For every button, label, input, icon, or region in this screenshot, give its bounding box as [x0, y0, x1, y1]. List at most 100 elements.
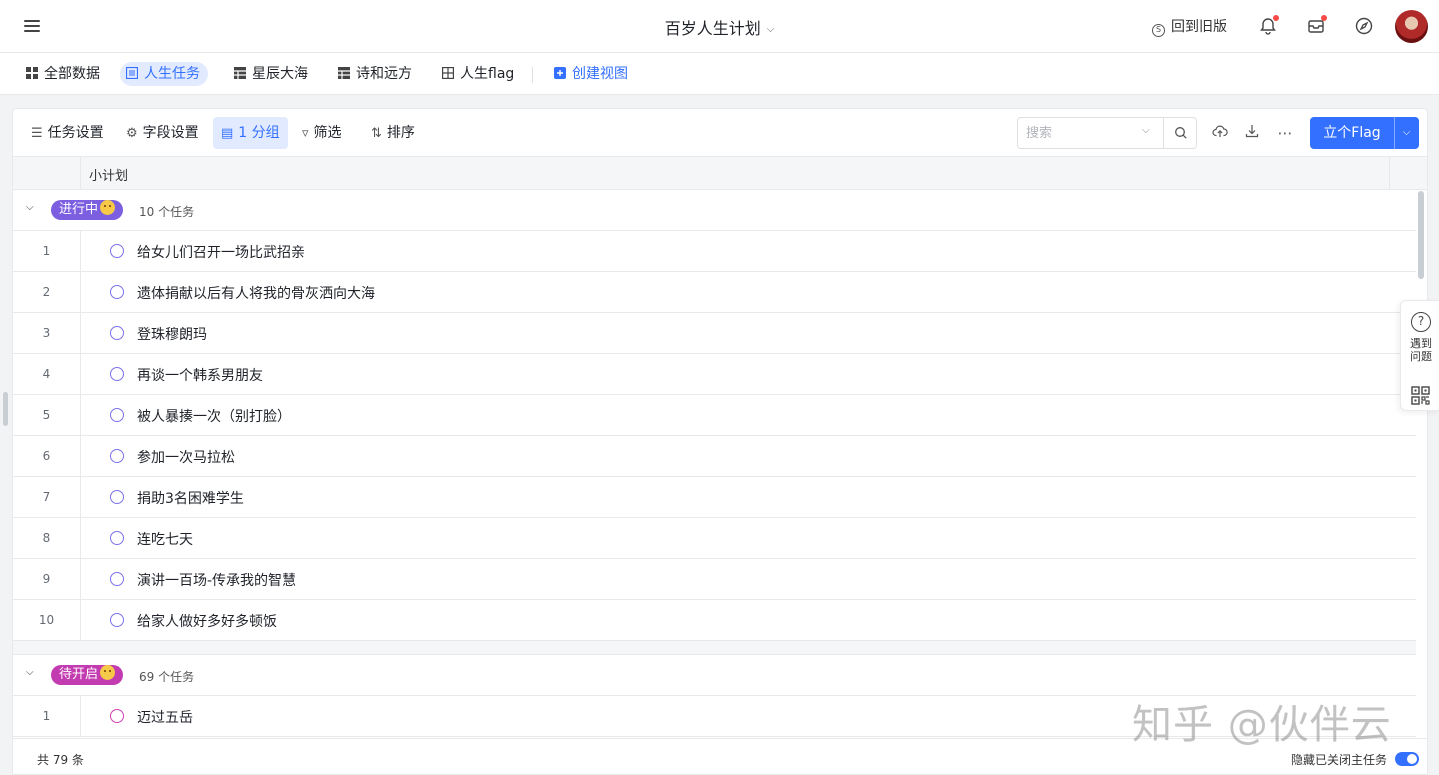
- emoji-icon: [100, 200, 116, 215]
- task-checkbox[interactable]: [110, 326, 124, 340]
- search-box: ⌵: [1017, 117, 1197, 149]
- help-label[interactable]: 遇到问题: [1408, 337, 1434, 363]
- help-panel: ? 遇到问题: [1400, 300, 1439, 411]
- task-name[interactable]: 登珠穆朗玛: [137, 324, 207, 344]
- task-name[interactable]: 再谈一个韩系男朋友: [137, 365, 263, 385]
- task-checkbox[interactable]: [110, 572, 124, 586]
- compass-icon[interactable]: [1354, 16, 1374, 36]
- task-checkbox[interactable]: [110, 709, 124, 723]
- qr-code-icon[interactable]: [1411, 386, 1430, 405]
- chevron-down-icon[interactable]: ⌵: [767, 24, 775, 35]
- field-settings-button[interactable]: ⚙ 字段设置: [118, 117, 207, 149]
- sidebar-resize-handle[interactable]: [3, 392, 8, 426]
- view-tab-life-tasks[interactable]: 人生任务: [120, 62, 208, 86]
- task-checkbox[interactable]: [110, 408, 124, 422]
- avatar[interactable]: [1395, 10, 1428, 43]
- total-count: 共 79 条: [37, 753, 84, 767]
- task-checkbox[interactable]: [110, 531, 124, 545]
- inbox-icon[interactable]: [1306, 15, 1327, 36]
- project-title[interactable]: 百岁人生计划: [665, 19, 761, 38]
- table-row[interactable]: 1 给女儿们召开一场比武招亲: [13, 231, 1416, 272]
- task-name[interactable]: 给家人做好多好多顿饭: [137, 611, 277, 631]
- vertical-scrollbar[interactable]: [1418, 191, 1424, 279]
- filter-button[interactable]: ▿ 筛选: [294, 117, 350, 149]
- table-row[interactable]: 7 捐助3名困难学生: [13, 477, 1416, 518]
- task-name[interactable]: 连吃七天: [137, 529, 193, 549]
- table-row[interactable]: 3 登珠穆朗玛: [13, 313, 1416, 354]
- task-count: 69 个任务: [139, 670, 195, 684]
- chevron-down-icon[interactable]: ⌵: [1142, 125, 1150, 136]
- view-tabs-bar: 全部数据 人生任务 星辰大海 诗和远方 人生flag 创建视图: [0, 53, 1439, 95]
- question-icon[interactable]: ?: [1411, 312, 1431, 332]
- group-header-pending[interactable]: ⌵ 待开启 69 个任务: [13, 655, 1416, 696]
- more-icon[interactable]: ⋯: [1275, 123, 1295, 143]
- view-tab-all-data[interactable]: 全部数据: [20, 62, 108, 86]
- task-name[interactable]: 给女儿们召开一场比武招亲: [137, 242, 305, 262]
- view-tab-life-flag[interactable]: 人生flag: [436, 62, 522, 86]
- table-icon: [338, 63, 350, 79]
- status-badge: 进行中: [51, 200, 124, 220]
- table-row[interactable]: 6 参加一次马拉松: [13, 436, 1416, 477]
- download-icon[interactable]: [1242, 123, 1262, 143]
- task-name[interactable]: 参加一次马拉松: [137, 447, 235, 467]
- create-view-button[interactable]: 创建视图: [548, 62, 636, 86]
- view-tab-stars-sea[interactable]: 星辰大海: [228, 62, 316, 86]
- table-row[interactable]: 10 给家人做好多好多顿饭: [13, 600, 1416, 641]
- plus-square-icon: [554, 63, 566, 79]
- bell-icon[interactable]: [1258, 15, 1279, 36]
- notification-dot: [1321, 15, 1327, 21]
- task-settings-button[interactable]: ☰ 任务设置: [23, 117, 112, 149]
- column-name[interactable]: 小计划: [89, 165, 128, 184]
- upload-icon[interactable]: [1210, 123, 1230, 143]
- column-header: 小计划: [13, 157, 1427, 190]
- view-tab-poetry-distance[interactable]: 诗和远方: [332, 62, 420, 86]
- task-name[interactable]: 捐助3名困难学生: [137, 488, 244, 508]
- top-bar: 百岁人生计划 ⌵ S 回到旧版: [0, 0, 1439, 53]
- task-table-card: ☰任务设置 ⚙字段设置 ▤1 分组 ▿筛选 ⇅排序 ⌵ ⋯ 立个Flag ⌵ 小…: [12, 108, 1428, 775]
- search-input[interactable]: [1026, 124, 1136, 142]
- group-header-in-progress[interactable]: ⌵ 进行中 10 个任务: [13, 190, 1416, 231]
- divider: [532, 67, 533, 83]
- hide-closed-toggle[interactable]: [1395, 752, 1419, 766]
- emoji-icon: [100, 665, 116, 680]
- list-view-icon: [125, 63, 139, 80]
- task-name[interactable]: 演讲一百场-传承我的智慧: [137, 570, 296, 590]
- chevron-down-icon[interactable]: ⌵: [26, 202, 38, 214]
- task-checkbox[interactable]: [110, 613, 124, 627]
- table-icon: [234, 63, 246, 79]
- chevron-down-icon[interactable]: ⌵: [1394, 117, 1419, 149]
- task-name[interactable]: 被人暴揍一次（别打脸）: [137, 406, 291, 426]
- index-column-header: [13, 157, 81, 189]
- gallery-icon: [442, 63, 455, 80]
- task-checkbox[interactable]: [110, 285, 124, 299]
- table-row[interactable]: 5 被人暴揍一次（别打脸）: [13, 395, 1416, 436]
- table-row[interactable]: 2 遗体捐献以后有人将我的骨灰洒向大海: [13, 272, 1416, 313]
- group-spacer: [13, 641, 1416, 655]
- task-checkbox[interactable]: [110, 244, 124, 258]
- task-checkbox[interactable]: [110, 449, 124, 463]
- task-checkbox[interactable]: [110, 367, 124, 381]
- back-to-old-version-button[interactable]: S 回到旧版: [1152, 16, 1242, 37]
- gear-icon: ⚙: [126, 126, 138, 141]
- chevron-down-icon[interactable]: ⌵: [26, 667, 38, 679]
- hide-closed-label: 隐藏已关闭主任务: [1291, 753, 1388, 767]
- watermark: 知乎 @伙伴云: [1132, 702, 1392, 748]
- task-name[interactable]: 遗体捐献以后有人将我的骨灰洒向大海: [137, 283, 375, 303]
- task-count: 10 个任务: [139, 205, 195, 219]
- table-toolbar: ☰任务设置 ⚙字段设置 ▤1 分组 ▿筛选 ⇅排序 ⌵ ⋯ 立个Flag ⌵: [13, 109, 1427, 157]
- grid-icon: [26, 63, 38, 79]
- divider: [1163, 118, 1164, 148]
- sort-button[interactable]: ⇅ 排序: [363, 117, 423, 149]
- divider: [1389, 157, 1390, 189]
- task-name[interactable]: 迈过五岳: [137, 707, 193, 727]
- table-row[interactable]: 8 连吃七天: [13, 518, 1416, 559]
- set-flag-button[interactable]: 立个Flag ⌵: [1310, 117, 1419, 149]
- task-checkbox[interactable]: [110, 490, 124, 504]
- table-row[interactable]: 9 演讲一百场-传承我的智慧: [13, 559, 1416, 600]
- sort-icon: ⇅: [371, 126, 382, 141]
- group-button[interactable]: ▤ 1 分组: [213, 117, 288, 149]
- switch-icon: S: [1152, 24, 1165, 37]
- search-icon[interactable]: [1174, 126, 1188, 140]
- table-row[interactable]: 4 再谈一个韩系男朋友: [13, 354, 1416, 395]
- status-badge: 待开启: [51, 665, 124, 685]
